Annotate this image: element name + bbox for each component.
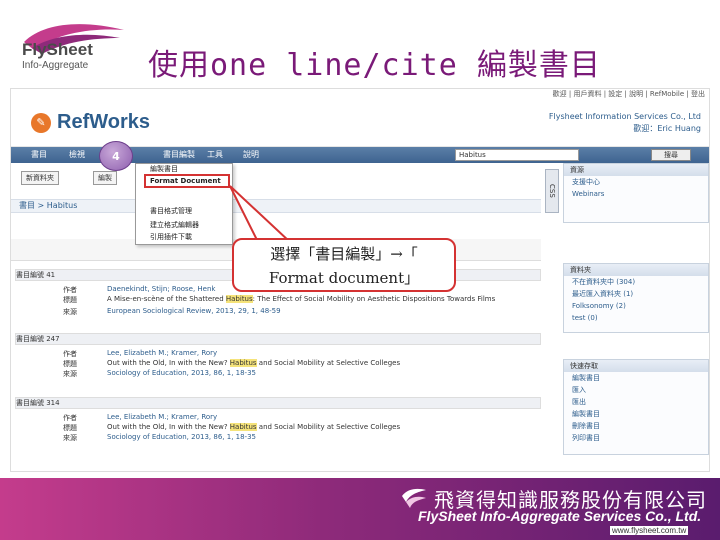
css-side-tab[interactable]: CSS <box>545 169 559 213</box>
nav-help[interactable]: 說明 <box>243 149 259 160</box>
top-links[interactable]: 歡迎 | 用戶資料 | 設定 | 說明 | RefMobile | 登出 <box>553 89 705 99</box>
slide-title: 使用one line/cite 編製書目 <box>148 48 601 83</box>
company-name-en: FlySheet Info-Aggregate Services Co., Lt… <box>418 508 702 524</box>
ref-title: Out with the Old, In with the New? Habit… <box>107 359 401 367</box>
panel-title: 資料夾 <box>564 264 708 276</box>
reference-toolbar: 新資料夾 編製 <box>11 169 541 187</box>
ref-source[interactable]: European Sociological Review, 2013, 29, … <box>107 307 281 315</box>
field-label: 標題 <box>63 296 77 304</box>
nav-tools[interactable]: 工具 <box>207 149 223 160</box>
refworks-name: RefWorks <box>57 111 150 133</box>
menu-highlight-box <box>144 174 230 188</box>
breadcrumb[interactable]: 書目 > Habitus <box>11 199 541 213</box>
sidebar-item-quick[interactable]: 匯出 <box>564 396 708 408</box>
step-number-badge: 4 <box>99 141 133 171</box>
field-label: 作者 <box>63 286 77 294</box>
panel-title: 快速存取 <box>564 360 708 372</box>
menu-item-cite-plugin[interactable]: 引用插件下載 <box>150 232 192 242</box>
field-label: 來源 <box>63 370 77 378</box>
nav-references[interactable]: 書目 <box>31 149 47 160</box>
org-name: Flysheet Information Services Co., Ltd <box>548 112 701 121</box>
edit-button[interactable]: 編製 <box>93 171 117 185</box>
bibliography-dropdown: 編製書目 Format Document 書目格式管理 建立格式編輯器 引用插件… <box>135 163 233 245</box>
ref-source[interactable]: Sociology of Education, 2013, 86, 1, 18-… <box>107 433 256 441</box>
panel-title: 資源 <box>564 164 708 176</box>
logo-wordmark: FlySheet <box>22 40 93 59</box>
nav-view[interactable]: 檢視 <box>69 149 85 160</box>
quick-access-panel: 快速存取 編製書目 匯入 匯出 編製書目 刪除書目 列印書目 <box>563 359 709 455</box>
field-label: 標題 <box>63 360 77 368</box>
table-row[interactable]: 書目編號 314 <box>15 397 541 409</box>
org-info: Flysheet Information Services Co., Ltd 歡… <box>549 111 701 135</box>
logo-subtitle: Info-Aggregate <box>22 60 89 71</box>
sidebar-item-webinars[interactable]: Webinars <box>564 188 708 200</box>
field-label: 作者 <box>63 350 77 358</box>
ref-title: Out with the Old, In with the New? Habit… <box>107 423 401 431</box>
search-input[interactable]: Habitus <box>455 149 579 161</box>
brand-bar: ✎ RefWorks Flysheet Information Services… <box>11 99 709 147</box>
ref-author[interactable]: Lee, Elizabeth M.; Kramer, Rory <box>107 413 217 421</box>
sidebar-item-folder[interactable]: test (0) <box>564 312 708 324</box>
sidebar-item-folder[interactable]: 不在資料夾中 (304) <box>564 276 708 288</box>
sidebar-item-quick[interactable]: 匯入 <box>564 384 708 396</box>
ref-author[interactable]: Lee, Elizabeth M.; Kramer, Rory <box>107 349 217 357</box>
menu-item-style-editor[interactable]: 建立格式編輯器 <box>150 220 199 230</box>
nav-bibliography[interactable]: 書目編製 <box>163 149 195 160</box>
ref-author[interactable]: Daenekindt, Stijn; Roose, Henk <box>107 285 215 293</box>
reference-list: 書目編號 41 作者 Daenekindt, Stijn; Roose, Hen… <box>11 269 541 471</box>
sidebar: 資源 支援中心 Webinars 資料夾 不在資料夾中 (304) 最近匯入資料… <box>563 163 709 471</box>
callout-line2: Format document」 <box>268 269 420 287</box>
field-label: 來源 <box>63 434 77 442</box>
refworks-logo-icon: ✎ <box>31 112 51 133</box>
field-label: 作者 <box>63 414 77 422</box>
table-row[interactable]: 書目編號 247 <box>15 333 541 345</box>
field-label: 來源 <box>63 308 77 316</box>
user-greeting: 歡迎：Eric Huang <box>633 124 701 133</box>
sidebar-item-quick[interactable]: 編製書目 <box>564 408 708 420</box>
callout-line1: 選擇「書目編製」→「 <box>270 245 418 263</box>
ref-source[interactable]: Sociology of Education, 2013, 86, 1, 18-… <box>107 369 256 377</box>
folders-panel: 資料夾 不在資料夾中 (304) 最近匯入資料夾 (1) Folksonomy … <box>563 263 709 333</box>
ref-title: A Mise-en-scène of the Shattered Habitus… <box>107 295 496 303</box>
sidebar-item-folder[interactable]: 最近匯入資料夾 (1) <box>564 288 708 300</box>
sidebar-item-quick[interactable]: 編製書目 <box>564 372 708 384</box>
menu-item-style-manager[interactable]: 書目格式管理 <box>150 206 192 216</box>
sidebar-item-support[interactable]: 支援中心 <box>564 176 708 188</box>
sidebar-item-quick[interactable]: 刪除書目 <box>564 420 708 432</box>
slide-header: FlySheet Info-Aggregate 使用one line/cite … <box>0 0 720 90</box>
sidebar-item-folder[interactable]: Folksonomy (2) <box>564 300 708 312</box>
new-folder-button[interactable]: 新資料夾 <box>21 171 59 185</box>
search-button[interactable]: 搜尋 <box>651 149 691 161</box>
slide-footer: 飛資得知識服務股份有限公司 FlySheet Info-Aggregate Se… <box>0 478 720 540</box>
sidebar-item-quick[interactable]: 列印書目 <box>564 432 708 444</box>
company-url[interactable]: www.flysheet.com.tw <box>610 526 689 535</box>
instruction-callout: 選擇「書目編製」→「 Format document」 <box>232 238 456 292</box>
resources-panel: 資源 支援中心 Webinars <box>563 163 709 223</box>
menu-item-create-bibliography[interactable]: 編製書目 <box>150 164 178 174</box>
field-label: 標題 <box>63 424 77 432</box>
refworks-logo: ✎ RefWorks <box>31 111 150 134</box>
